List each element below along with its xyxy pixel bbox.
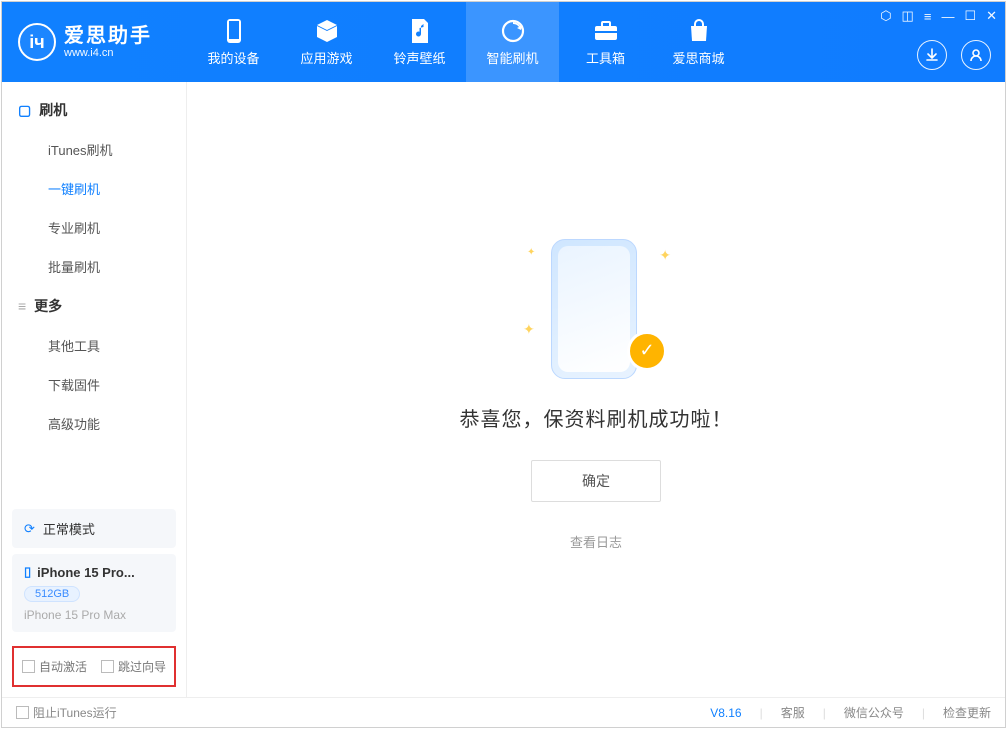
app-subtitle: www.i4.cn <box>64 47 152 59</box>
nav-ringtones[interactable]: 铃声壁纸 <box>373 2 466 82</box>
success-illustration: ✦ ✦ ✦ ✓ <box>521 229 671 389</box>
capacity-badge: 512GB <box>24 586 80 602</box>
close-icon[interactable]: ✕ <box>986 8 997 24</box>
nav-label: 铃声壁纸 <box>393 48 445 67</box>
nav-label: 智能刷机 <box>486 48 538 67</box>
skip-wizard-checkbox[interactable]: 跳过向导 <box>101 658 166 675</box>
sidebar-item-advanced[interactable]: 高级功能 <box>2 404 186 443</box>
app-title: 爱思助手 <box>64 25 152 47</box>
header: iч 爱思助手 www.i4.cn 我的设备 应用游戏 铃声壁纸 智能刷机 <box>2 2 1005 82</box>
phone-graphic <box>551 239 637 379</box>
music-file-icon <box>407 18 433 44</box>
maximize-icon[interactable]: ☐ <box>964 8 976 24</box>
success-message: 恭喜您，保资料刷机成功啦！ <box>460 403 733 432</box>
sidebar-item-itunes-flash[interactable]: iTunes刷机 <box>2 130 186 169</box>
nav-label: 应用游戏 <box>300 48 352 67</box>
footer-bar: 阻止iTunes运行 V8.16 | 客服 | 微信公众号 | 检查更新 <box>2 697 1005 727</box>
account-button[interactable] <box>961 40 991 70</box>
device-mode-status[interactable]: ⟳ 正常模式 <box>12 509 176 548</box>
nav-toolbox[interactable]: 工具箱 <box>559 2 652 82</box>
sidebar-group-more[interactable]: ≡ 更多 <box>2 286 186 326</box>
auto-activate-checkbox[interactable]: 自动激活 <box>22 658 87 675</box>
top-nav: 我的设备 应用游戏 铃声壁纸 智能刷机 工具箱 爱思商城 <box>187 2 745 82</box>
more-icon: ≡ <box>18 298 26 314</box>
sparkle-icon: ✦ <box>659 247 671 264</box>
nav-apps[interactable]: 应用游戏 <box>280 2 373 82</box>
download-button[interactable] <box>917 40 947 70</box>
main-content: ✦ ✦ ✦ ✓ 恭喜您，保资料刷机成功啦！ 确定 查看日志 <box>187 82 1005 697</box>
phone-icon: ▯ <box>24 564 31 580</box>
highlighted-options: 自动激活 跳过向导 <box>12 646 176 687</box>
device-card[interactable]: ▯iPhone 15 Pro... 512GB iPhone 15 Pro Ma… <box>12 554 176 632</box>
nav-flash[interactable]: 智能刷机 <box>466 2 559 82</box>
phone-outline-icon: ▢ <box>18 102 31 119</box>
nav-store[interactable]: 爱思商城 <box>652 2 745 82</box>
sparkle-icon: ✦ <box>523 321 535 338</box>
version-label: V8.16 <box>710 706 741 720</box>
wechat-link[interactable]: 微信公众号 <box>844 704 904 721</box>
cube-icon <box>314 18 340 44</box>
pin-icon[interactable]: ◫ <box>902 8 914 24</box>
bag-icon <box>686 18 712 44</box>
phone-icon <box>221 18 247 44</box>
sidebar-group-flash[interactable]: ▢ 刷机 <box>2 90 186 130</box>
minimize-icon[interactable]: — <box>941 9 954 24</box>
sidebar-item-oneclick-flash[interactable]: 一键刷机 <box>2 169 186 208</box>
sidebar-item-pro-flash[interactable]: 专业刷机 <box>2 208 186 247</box>
sparkle-icon: ✦ <box>527 247 535 258</box>
nav-my-device[interactable]: 我的设备 <box>187 2 280 82</box>
logo-area: iч 爱思助手 www.i4.cn <box>2 2 187 82</box>
menu-icon[interactable]: ≡ <box>924 9 932 24</box>
sidebar-item-batch-flash[interactable]: 批量刷机 <box>2 247 186 286</box>
device-model: iPhone 15 Pro Max <box>24 608 164 622</box>
nav-label: 工具箱 <box>586 48 625 67</box>
skin-icon[interactable]: ⬡ <box>880 8 891 24</box>
window-controls: ⬡ ◫ ≡ — ☐ ✕ <box>880 8 997 24</box>
check-update-link[interactable]: 检查更新 <box>943 704 991 721</box>
logo-icon: iч <box>18 23 56 61</box>
nav-label: 我的设备 <box>207 48 259 67</box>
check-badge-icon: ✓ <box>627 331 667 371</box>
support-link[interactable]: 客服 <box>781 704 805 721</box>
refresh-icon: ⟳ <box>24 521 35 537</box>
nav-label: 爱思商城 <box>672 48 724 67</box>
confirm-button[interactable]: 确定 <box>531 460 661 502</box>
block-itunes-checkbox[interactable]: 阻止iTunes运行 <box>16 704 117 721</box>
sidebar-item-download-firmware[interactable]: 下载固件 <box>2 365 186 404</box>
view-log-link[interactable]: 查看日志 <box>570 532 622 551</box>
toolbox-icon <box>593 18 619 44</box>
refresh-gear-icon <box>500 18 526 44</box>
sidebar-item-other-tools[interactable]: 其他工具 <box>2 326 186 365</box>
sidebar: ▢ 刷机 iTunes刷机 一键刷机 专业刷机 批量刷机 ≡ 更多 其他工具 下… <box>2 82 187 697</box>
